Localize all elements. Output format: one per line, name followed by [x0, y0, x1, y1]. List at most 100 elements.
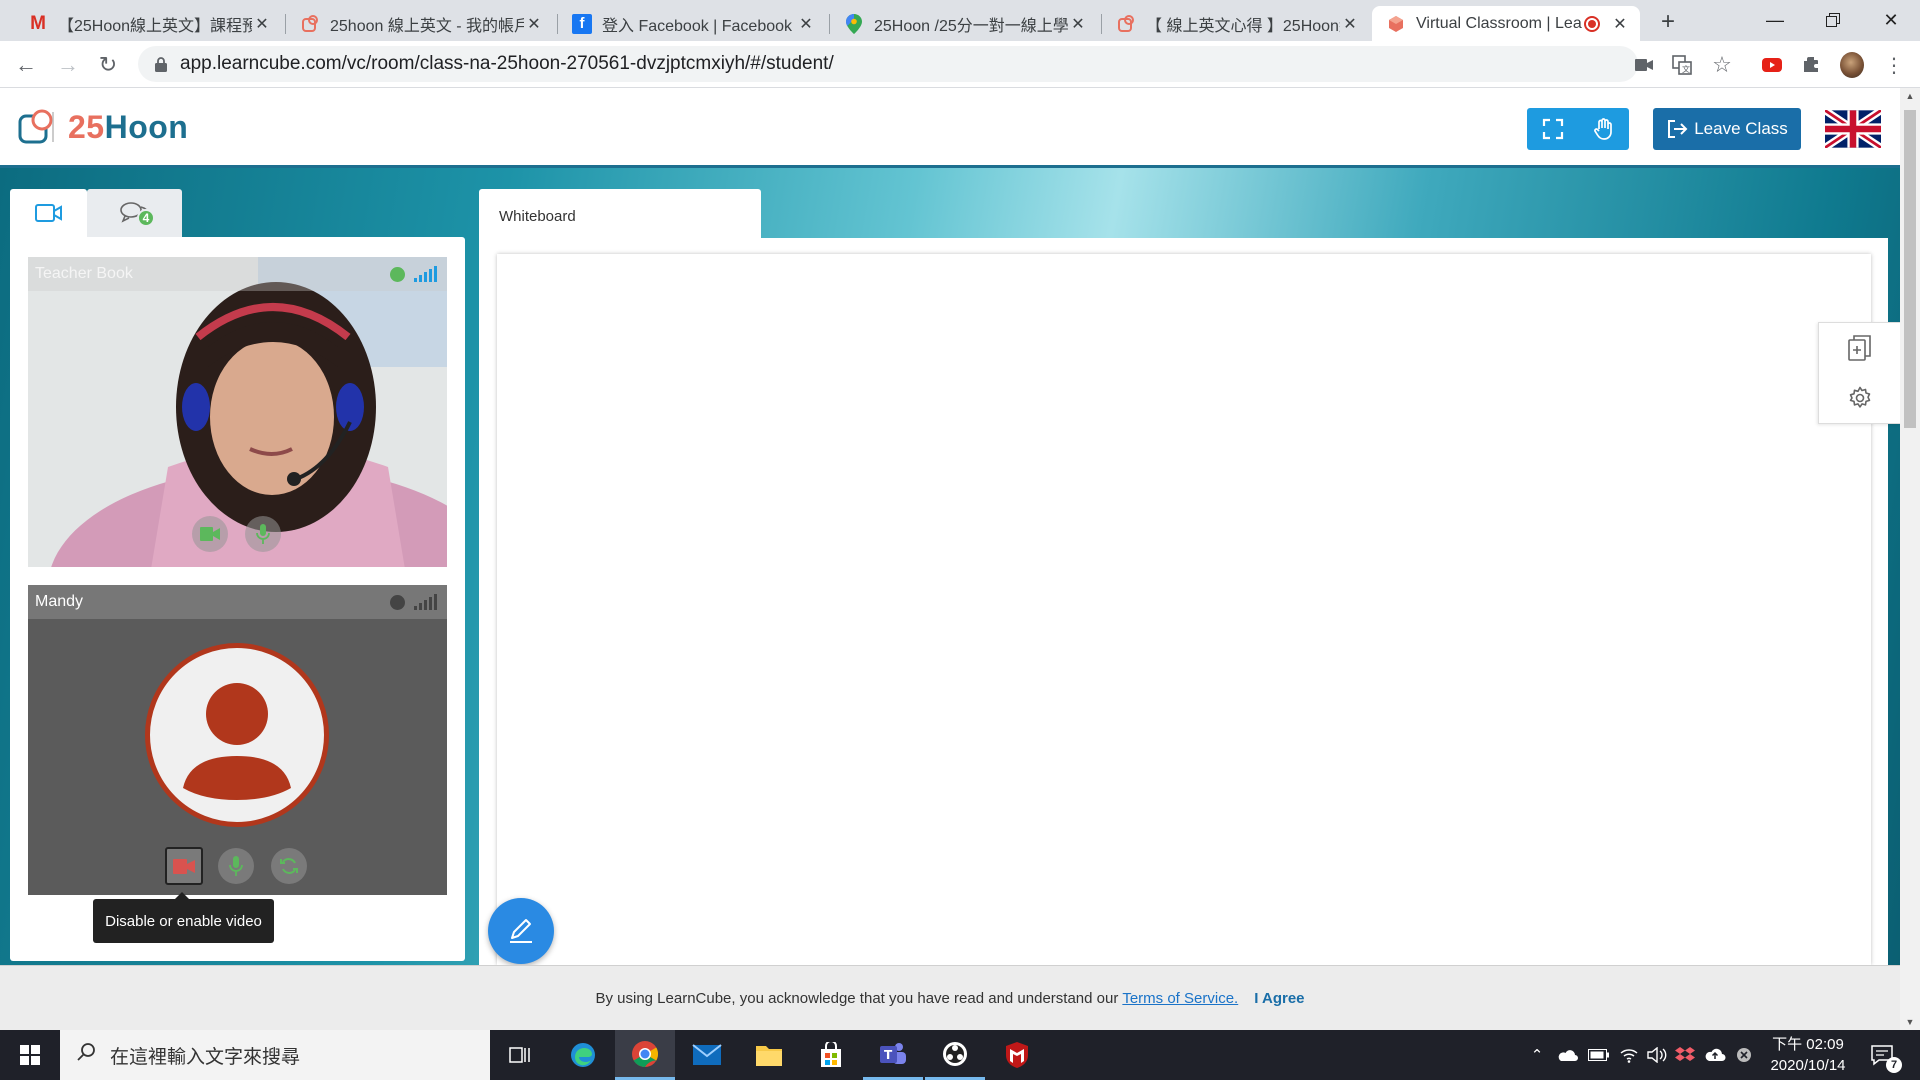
terms-of-service-link[interactable]: Terms of Service. — [1122, 990, 1238, 1007]
25hoon-logo-icon — [300, 14, 320, 34]
classroom-stage: 4 Teacher Book Mandy Whiteboard — [0, 168, 1900, 965]
volume-icon[interactable] — [1644, 1030, 1670, 1080]
status-error-icon[interactable] — [1732, 1030, 1756, 1080]
battery-icon[interactable] — [1586, 1030, 1612, 1080]
browser-tab-4[interactable]: 25Hoon /25分一對一線上學 ✕ — [830, 6, 1098, 41]
file-explorer-icon[interactable] — [739, 1030, 799, 1080]
url-text: app.learncube.com/vc/room/class-na-25hoo… — [180, 53, 834, 74]
clock-time: 下午 02:09 — [1772, 1036, 1844, 1053]
address-bar[interactable]: app.learncube.com/vc/room/class-na-25hoo… — [138, 46, 1638, 82]
refresh-icon — [280, 858, 298, 874]
camera-in-use-icon[interactable] — [1632, 53, 1656, 77]
tab-chat[interactable]: 4 — [87, 189, 182, 237]
25hoon-logo[interactable]: 25Hoon — [18, 108, 188, 146]
scroll-up-icon[interactable]: ▲ — [1900, 88, 1920, 104]
video-panel: Teacher Book Mandy — [10, 237, 465, 961]
browser-toolbar: ← → ↻ app.learncube.com/vc/room/class-na… — [0, 41, 1920, 88]
minimize-icon[interactable]: — — [1746, 0, 1804, 40]
add-page-button[interactable] — [1819, 323, 1901, 373]
teacher-name: Teacher Book — [35, 265, 133, 282]
system-clock[interactable]: 下午 02:09 2020/10/14 — [1760, 1034, 1856, 1076]
learncube-icon — [1386, 14, 1406, 34]
profile-avatar[interactable] — [1840, 52, 1864, 78]
logo-text-a: 25 — [68, 108, 105, 145]
browser-tab-active[interactable]: Virtual Classroom | Lea ✕ — [1372, 6, 1640, 41]
forward-icon[interactable]: → — [52, 49, 84, 81]
close-tab-icon[interactable]: ✕ — [1610, 14, 1630, 34]
drawing-tools-button[interactable] — [488, 898, 554, 964]
class-tools-group — [1527, 108, 1629, 150]
windows-start-icon[interactable] — [0, 1030, 60, 1080]
scroll-down-icon[interactable]: ▼ — [1900, 1014, 1920, 1030]
close-tab-icon[interactable]: ✕ — [524, 14, 544, 34]
microphone-icon — [256, 524, 270, 544]
teacher-video-status-button — [192, 516, 228, 552]
student-name: Mandy — [35, 593, 84, 610]
back-icon[interactable]: ← — [10, 49, 42, 81]
whiteboard-canvas[interactable] — [497, 254, 1871, 965]
tab-video[interactable] — [10, 189, 87, 237]
chat-unread-badge: 4 — [137, 209, 155, 227]
leave-class-button[interactable]: Leave Class — [1653, 108, 1801, 150]
close-tab-icon[interactable]: ✕ — [252, 14, 272, 34]
bookmark-star-icon[interactable]: ☆ — [1710, 52, 1734, 77]
cloud-sync-icon[interactable] — [1702, 1030, 1728, 1080]
25hoon-logo-icon — [1116, 14, 1136, 34]
toggle-mic-button[interactable] — [218, 848, 254, 884]
obs-recorder-icon[interactable] — [925, 1030, 985, 1080]
toggle-video-button[interactable] — [165, 847, 203, 885]
notification-center-icon[interactable]: 7 — [1862, 1030, 1902, 1080]
task-view-icon[interactable] — [490, 1030, 550, 1080]
terms-consent-bar: By using LearnCube, you acknowledge that… — [0, 965, 1900, 1030]
close-window-icon[interactable]: ✕ — [1862, 0, 1920, 40]
video-camera-icon — [34, 204, 62, 222]
browser-menu-icon[interactable]: ⋮ — [1882, 53, 1906, 77]
edge-browser-icon[interactable] — [553, 1030, 613, 1080]
leave-class-label: Leave Class — [1694, 119, 1788, 138]
youtube-extension-icon[interactable] — [1760, 53, 1784, 77]
extensions-puzzle-icon[interactable] — [1800, 53, 1824, 77]
onedrive-icon[interactable] — [1554, 1030, 1580, 1080]
clock-date: 2020/10/14 — [1770, 1057, 1846, 1074]
new-tab-button[interactable]: + — [1652, 6, 1684, 38]
teacher-mic-status-button — [245, 516, 281, 552]
translate-icon[interactable]: 文 — [1670, 53, 1694, 77]
page-scrollbar[interactable]: ▲ ▼ — [1900, 88, 1920, 1030]
browser-tab-1[interactable]: M 【25Hoon線上英文】課程預 ✕ — [14, 6, 282, 41]
mail-icon[interactable] — [677, 1030, 737, 1080]
video-camera-icon — [200, 527, 220, 541]
scrollbar-thumb[interactable] — [1904, 110, 1916, 428]
settings-button[interactable] — [1819, 373, 1901, 423]
close-tab-icon[interactable]: ✕ — [1340, 14, 1360, 34]
chrome-taskbar-icon[interactable] — [615, 1030, 675, 1080]
lock-icon — [148, 56, 174, 72]
browser-tab-5[interactable]: 【 線上英文心得 】25Hoon線 ✕ — [1102, 6, 1370, 41]
teams-icon[interactable]: T — [863, 1030, 923, 1080]
reload-icon[interactable]: ↻ — [92, 49, 124, 81]
teacher-online-status-icon — [390, 267, 405, 282]
microsoft-store-icon[interactable] — [801, 1030, 861, 1080]
tab-whiteboard[interactable]: Whiteboard — [479, 189, 761, 241]
sign-out-icon — [1668, 120, 1688, 138]
dropbox-icon[interactable] — [1672, 1030, 1698, 1080]
search-placeholder: 在這裡輸入文字來搜尋 — [110, 1046, 301, 1068]
maps-pin-icon — [844, 13, 864, 34]
close-tab-icon[interactable]: ✕ — [796, 14, 816, 34]
uk-flag-language-icon[interactable] — [1822, 107, 1884, 151]
restore-icon[interactable] — [1804, 0, 1862, 40]
raise-hand-button[interactable] — [1578, 108, 1629, 150]
show-hidden-icons[interactable]: ⌃ — [1526, 1030, 1548, 1080]
pencil-icon — [510, 919, 532, 943]
close-tab-icon[interactable]: ✕ — [1068, 14, 1088, 34]
svg-text:T: T — [884, 1048, 893, 1062]
microphone-icon — [229, 856, 243, 876]
mcafee-icon[interactable] — [987, 1030, 1047, 1080]
browser-tab-2[interactable]: 25hoon 線上英文 - 我的帳戶 ✕ — [286, 6, 554, 41]
fullscreen-button[interactable] — [1527, 108, 1578, 150]
taskbar-search-box[interactable]: 在這裡輸入文字來搜尋 — [60, 1030, 490, 1080]
switch-camera-button[interactable] — [271, 848, 307, 884]
whiteboard-tab-label: Whiteboard — [499, 208, 576, 225]
browser-tab-3[interactable]: f 登入 Facebook | Facebook ✕ — [558, 6, 826, 41]
i-agree-button[interactable]: I Agree — [1254, 990, 1304, 1007]
wifi-icon[interactable] — [1616, 1030, 1642, 1080]
